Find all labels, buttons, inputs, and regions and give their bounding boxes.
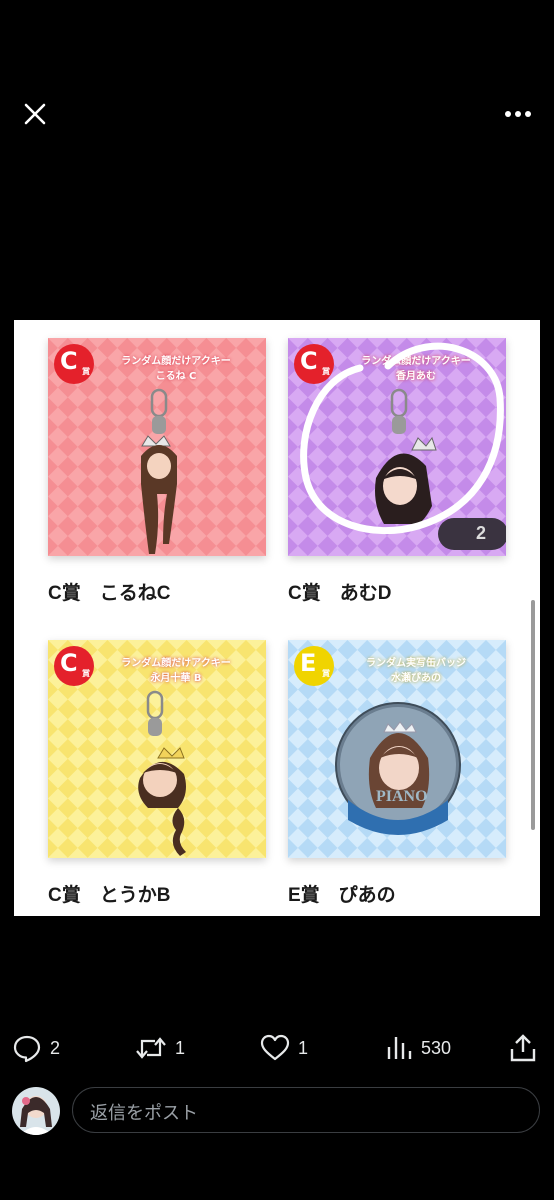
scrollbar[interactable] [531, 600, 535, 830]
avatar-image [12, 1087, 60, 1135]
can-badge-image [335, 702, 461, 835]
share-icon [510, 1034, 536, 1062]
acrylic-keychain-image [141, 388, 177, 554]
prize-card-1: C賞 ランダム顔だけアクキー こるね C [48, 338, 266, 556]
repost-count: 1 [175, 1037, 186, 1058]
repost-icon [136, 1037, 166, 1059]
hand-drawn-circle-annotation [300, 342, 504, 535]
reply-button[interactable]: 2 [12, 1025, 60, 1071]
like-button[interactable]: 1 [260, 1025, 308, 1071]
avatar[interactable] [12, 1087, 60, 1135]
like-count: 1 [298, 1037, 309, 1058]
card-caption: E賞 ぴあの [288, 885, 396, 906]
more-horizontal-icon[interactable] [500, 100, 536, 128]
card-caption: C賞 こるねC [48, 583, 171, 604]
reply-count: 2 [50, 1037, 61, 1058]
view-count: 530 [421, 1037, 452, 1058]
views-icon [387, 1037, 412, 1059]
media-viewer-header [0, 0, 554, 320]
reply-input[interactable]: 返信をポスト [72, 1087, 540, 1133]
share-button[interactable] [508, 1025, 538, 1071]
prize-card-3: C賞 ランダム顔だけアクキー 永月十華 B [48, 640, 266, 858]
card-caption: C賞 あむD [288, 583, 392, 604]
reply-icon [13, 1035, 41, 1063]
repost-button[interactable]: 1 [135, 1025, 185, 1071]
prize-card-2: C賞 ランダム顔だけアクキー 香月あむ 2 [288, 338, 506, 556]
acrylic-keychain-image [138, 690, 186, 856]
heart-icon [260, 1034, 290, 1061]
reply-placeholder: 返信をポスト [90, 1103, 198, 1124]
badge-watermark-text: PIANO [376, 788, 428, 805]
views-button[interactable]: 530 [385, 1025, 451, 1071]
post-action-bar: 2 1 1 530 [0, 1025, 554, 1071]
close-icon[interactable] [18, 97, 52, 131]
post-image[interactable]: C賞 ランダム顔だけアクキー こるね C C賞 こるねC C 賞 ランダム顔だけ… [14, 320, 540, 916]
prize-card-4: E賞 ランダム実写缶バッジ 水瀬ぴあの PIANO [288, 640, 506, 858]
card-caption: C賞 とうかB [48, 885, 171, 906]
